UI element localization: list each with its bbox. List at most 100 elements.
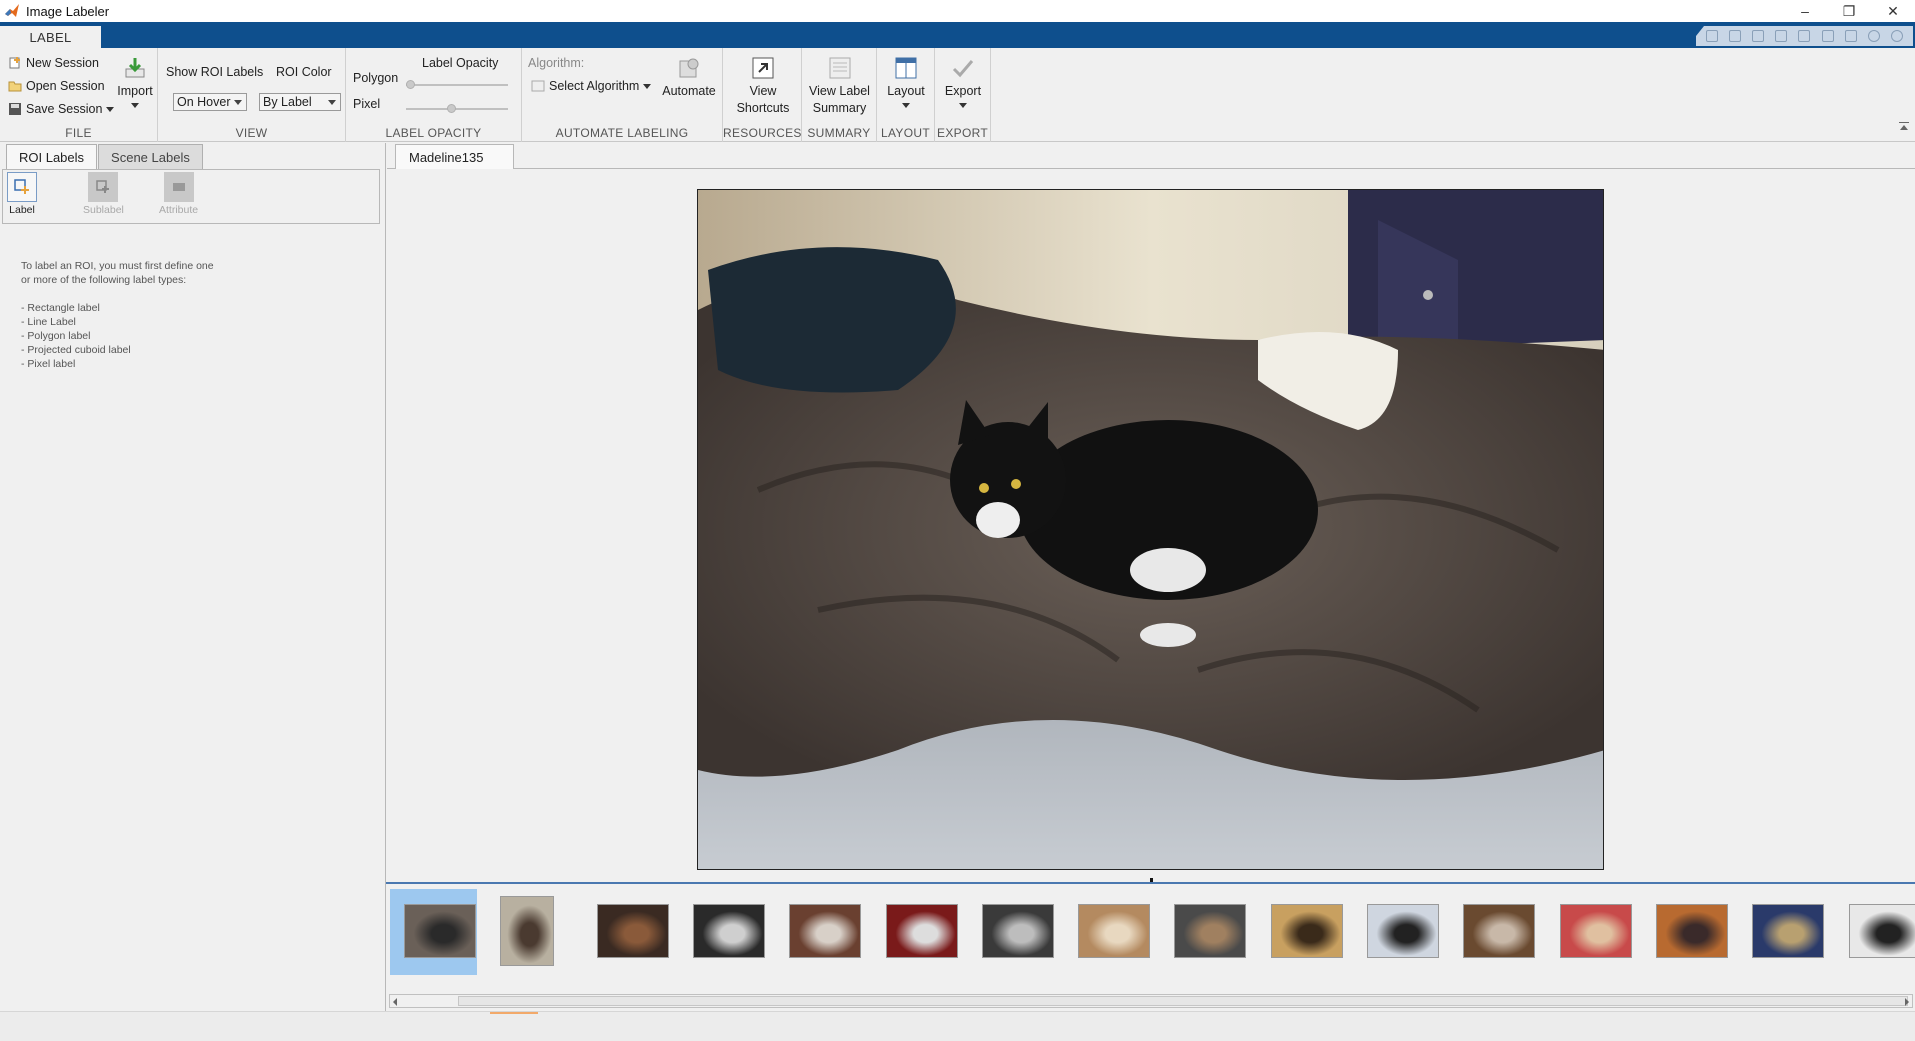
options-icon[interactable] <box>1891 30 1904 42</box>
matlab-logo-icon <box>5 4 19 17</box>
summary-icon <box>829 57 850 79</box>
label-button[interactable]: Label <box>7 172 37 216</box>
redo-icon[interactable] <box>1821 30 1834 42</box>
view-label-summary-button[interactable]: View Label Summary <box>802 56 877 117</box>
filmstrip-thumbnail[interactable] <box>596 904 669 958</box>
shortcut-icon <box>752 57 774 79</box>
view-section: Show ROI Labels ROI Color On Hover By La… <box>158 48 346 142</box>
save-session-button[interactable]: Save Session <box>8 102 115 116</box>
summary-section: View Label Summary SUMMARY <box>802 48 877 142</box>
label-definition-toolbar: Label Sublabel Attribute <box>2 169 380 224</box>
tab-roi-labels[interactable]: ROI Labels <box>6 144 98 169</box>
filmstrip-thumbnail[interactable] <box>1463 904 1536 958</box>
polygon-label: Polygon <box>353 71 399 85</box>
quick-access-toolbar <box>1696 26 1913 46</box>
automate-button[interactable]: Automate <box>659 56 719 100</box>
algorithm-label: Algorithm: <box>528 56 585 70</box>
pixel-opacity-slider[interactable] <box>406 108 508 110</box>
roi-color-dropdown[interactable]: By Label <box>259 93 341 111</box>
import-icon <box>125 58 145 78</box>
help-icon[interactable] <box>1868 30 1881 42</box>
filmstrip-thumbnail[interactable] <box>1752 904 1825 958</box>
filmstrip-thumbnail[interactable] <box>1655 904 1728 958</box>
add-label-icon <box>14 179 29 194</box>
minimize-button[interactable]: – <box>1783 0 1827 22</box>
select-algorithm-dropdown[interactable]: Select Algorithm <box>531 79 652 93</box>
attribute-button[interactable]: Attribute <box>159 172 198 216</box>
paste-icon[interactable] <box>1775 30 1788 42</box>
filmstrip-scrollbar-thumb[interactable] <box>458 996 1908 1006</box>
label-opacity-title: Label Opacity <box>422 56 499 70</box>
tab-label[interactable]: LABEL <box>0 26 101 48</box>
cat-photo <box>698 190 1603 869</box>
file-section: New Session Open Session Save Session Im… <box>0 48 158 142</box>
scroll-right-icon[interactable] <box>1905 998 1909 1006</box>
save-icon[interactable] <box>1705 30 1718 42</box>
import-button[interactable]: Import <box>117 56 153 108</box>
export-checkmark-icon <box>952 60 974 78</box>
filmstrip-thumbnail[interactable] <box>692 904 765 958</box>
filmstrip-thumbnail[interactable] <box>885 904 958 958</box>
chevron-down-icon <box>902 103 910 108</box>
automate-icon <box>679 58 699 78</box>
chevron-down-icon <box>328 100 336 105</box>
show-roi-labels-label: Show ROI Labels <box>166 65 264 79</box>
window-title: Image Labeler <box>26 3 110 19</box>
ribbon-tab-strip: LABEL <box>0 22 1915 48</box>
chevron-down-icon <box>643 83 652 89</box>
polygon-opacity-slider-thumb[interactable] <box>406 80 415 89</box>
chevron-down-icon <box>131 103 139 108</box>
cut-icon[interactable] <box>1728 30 1741 42</box>
new-session-button[interactable]: New Session <box>8 56 99 70</box>
status-bar <box>0 1011 1915 1041</box>
filmstrip-thumbnail[interactable] <box>1174 904 1247 958</box>
section-label-layout: LAYOUT <box>881 126 930 140</box>
image-document-tab[interactable]: Madeline135 <box>395 144 514 169</box>
algorithm-icon <box>531 80 545 92</box>
section-label-automate-labeling: AUTOMATE LABELING <box>555 126 689 140</box>
add-attribute-icon <box>172 183 185 191</box>
open-session-button[interactable]: Open Session <box>8 79 105 93</box>
polygon-opacity-slider[interactable] <box>406 84 508 86</box>
filmstrip-thumbnail[interactable] <box>1559 904 1632 958</box>
roi-color-label: ROI Color <box>276 65 332 79</box>
filmstrip-thumbnail[interactable] <box>1270 904 1343 958</box>
close-button[interactable]: ✕ <box>1871 0 1915 22</box>
filmstrip-thumbnail[interactable] <box>789 904 862 958</box>
export-section: Export EXPORT <box>935 48 991 142</box>
scroll-left-icon[interactable] <box>393 998 397 1006</box>
sublabel-button[interactable]: Sublabel <box>83 172 124 216</box>
filmstrip-thumbnail[interactable] <box>1078 904 1151 958</box>
roi-labels-panel: ROI Labels Scene Labels Label Sublabel A… <box>0 143 386 1011</box>
main-image-cat-on-bed[interactable] <box>697 189 1604 870</box>
filmstrip-thumbnail[interactable] <box>500 896 555 966</box>
collapse-toolstrip-icon[interactable] <box>1899 122 1909 132</box>
view-shortcuts-button[interactable]: View Shortcuts <box>727 56 799 117</box>
show-roi-labels-dropdown[interactable]: On Hover <box>173 93 247 111</box>
toolstrip: New Session Open Session Save Session Im… <box>0 48 1915 142</box>
chevron-down-icon <box>106 106 115 112</box>
restore-button[interactable]: ❐ <box>1827 0 1871 22</box>
copy-icon[interactable] <box>1752 30 1765 42</box>
filmstrip-thumbnail[interactable] <box>981 904 1054 958</box>
filmstrip-scrollbar[interactable] <box>389 994 1913 1008</box>
layout-section: Layout LAYOUT <box>877 48 935 142</box>
layout-button[interactable]: Layout <box>881 56 931 108</box>
chevron-down-icon <box>234 100 242 105</box>
export-button[interactable]: Export <box>938 56 988 108</box>
filmstrip-thumbnail[interactable] <box>1848 904 1915 958</box>
filmstrip-thumbnail[interactable] <box>1367 904 1439 958</box>
chevron-down-icon <box>959 103 967 108</box>
undo-icon[interactable] <box>1798 30 1811 42</box>
new-session-icon <box>9 57 20 69</box>
window-layout-icon[interactable] <box>1844 30 1857 42</box>
section-label-resources: RESOURCES <box>723 126 802 140</box>
tab-scene-labels[interactable]: Scene Labels <box>98 144 203 169</box>
section-label-view: VIEW <box>235 126 268 140</box>
pixel-opacity-slider-thumb[interactable] <box>447 104 456 113</box>
filmstrip-thumbnail[interactable] <box>404 904 476 958</box>
section-label-export: EXPORT <box>937 126 988 140</box>
label-help-text: To label an ROI, you must first define o… <box>21 260 214 370</box>
section-label-file: FILE <box>65 126 92 140</box>
section-label-label-opacity: LABEL OPACITY <box>385 126 482 140</box>
